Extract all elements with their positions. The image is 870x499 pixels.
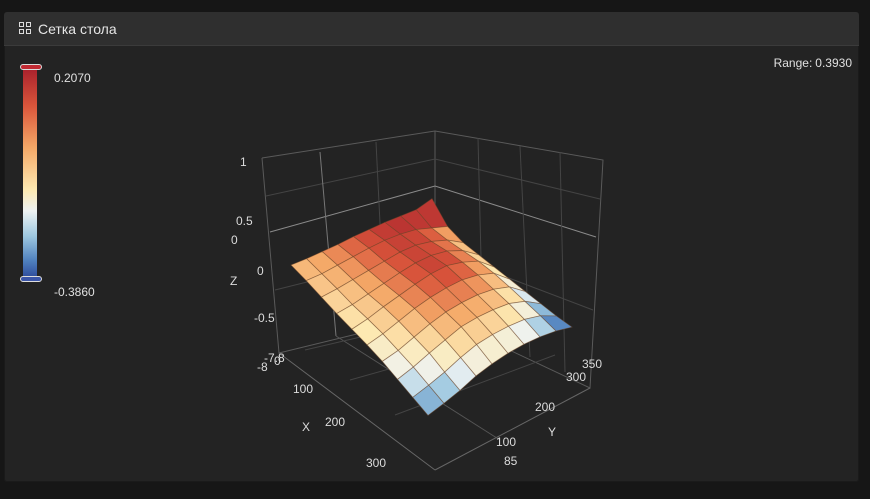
z-tick-label: 0.5 bbox=[236, 214, 253, 228]
x-tick-label: 0 bbox=[274, 354, 281, 368]
x-tick-label: 300 bbox=[366, 456, 386, 470]
z-tick-label: 0 bbox=[257, 264, 264, 278]
y-tick-label: 85 bbox=[504, 454, 518, 468]
z-tick-label: 0 bbox=[231, 233, 238, 247]
z-tick-label: 1 bbox=[240, 155, 247, 169]
x-tick-label: 200 bbox=[325, 415, 345, 429]
y-tick-label: 200 bbox=[535, 400, 555, 414]
x-axis-label: X bbox=[302, 420, 310, 434]
y-tick-label: 100 bbox=[496, 435, 516, 449]
mesh-surface bbox=[290, 198, 573, 416]
y-tick-label: 350 bbox=[582, 357, 602, 371]
z-tick-label: -8 bbox=[257, 360, 268, 374]
z-axis-label: Z bbox=[230, 274, 237, 288]
mesh-3d-plot[interactable]: 10.500-0.5-7.8-8Z0100200300X350300200100… bbox=[0, 0, 870, 499]
x-tick-label: 100 bbox=[293, 382, 313, 396]
y-tick-label: 300 bbox=[566, 370, 586, 384]
y-axis-label: Y bbox=[548, 425, 556, 439]
z-tick-label: -0.5 bbox=[254, 311, 275, 325]
